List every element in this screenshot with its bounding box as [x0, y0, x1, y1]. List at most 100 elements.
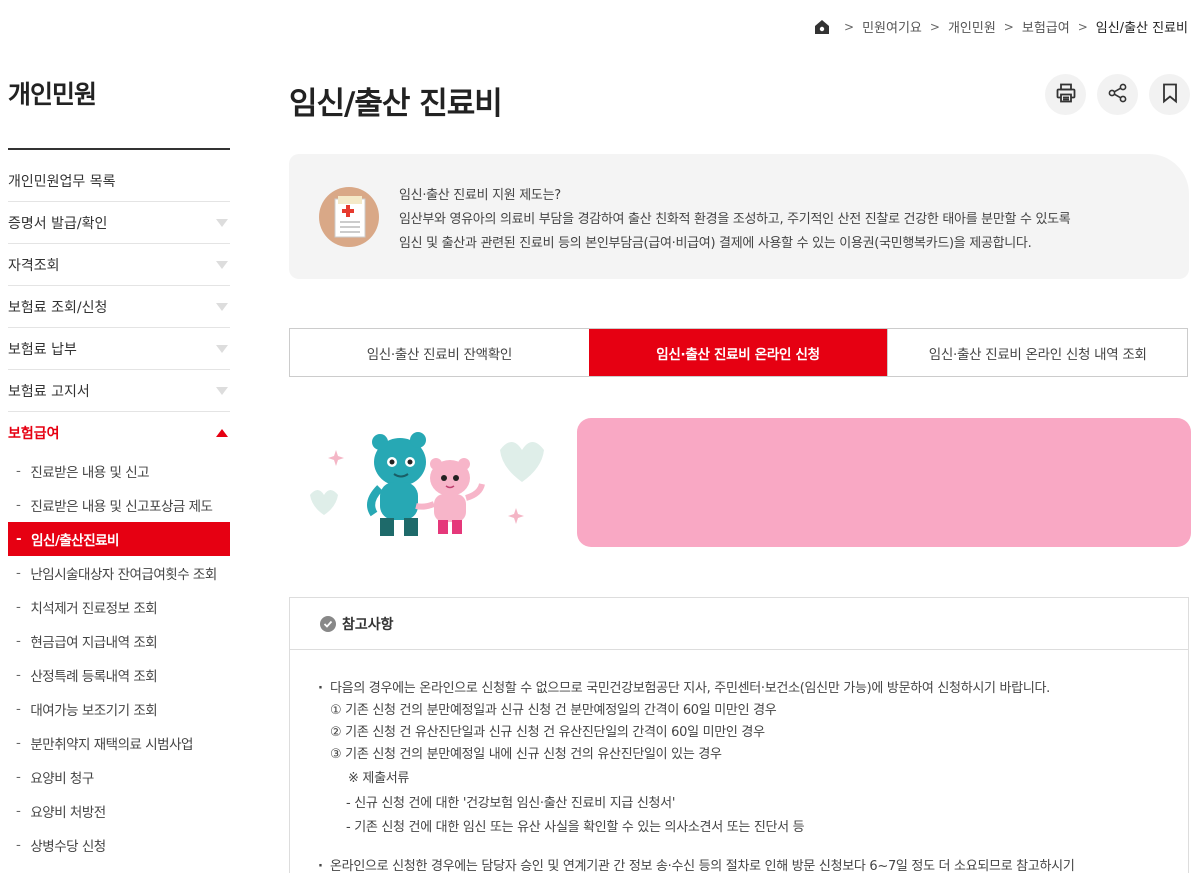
submenu-label: 산정특례 등록내역 조회 [30, 669, 158, 685]
sidebar-item-list[interactable]: 개인민원업무 목록 [8, 160, 230, 202]
page-title: 임신/출산 진료비 [289, 86, 503, 122]
dash-icon: - [16, 497, 21, 513]
chevron-right-icon: > [929, 19, 940, 34]
submenu-label: 치석제거 진료정보 조회 [30, 601, 158, 617]
check-circle-icon [320, 615, 336, 632]
intro-box: 임신·출산 진료비 지원 제도는? 임산부와 영유아의 의료비 부담을 경감하여… [289, 154, 1189, 279]
document-icon [319, 187, 379, 247]
intro-text: 임신·출산 진료비 지원 제도는? 임산부와 영유아의 의료비 부담을 경감하여… [399, 184, 1071, 256]
intro-line: 임신 및 출산과 관련된 진료비 등의 본인부담금(급여·비급여) 결제에 사용… [399, 236, 1032, 251]
notice-header: 참고사항 [290, 598, 1188, 650]
print-icon [1055, 82, 1077, 108]
notice-doc: - 기존 신청 건에 대한 임신 또는 유산 사실을 확인할 수 있는 의사소견… [346, 820, 805, 835]
notice-docs-title: ※ 제출서류 [348, 771, 410, 786]
submenu-item[interactable]: - 산정특례 등록내역 조회 [8, 658, 230, 692]
submenu-label: 현금급여 지급내역 조회 [30, 635, 158, 651]
print-button[interactable] [1045, 74, 1086, 115]
breadcrumb-item[interactable]: 보험급여 [1022, 17, 1070, 36]
notice-item: ② 기존 신청 건 유산진단일과 신규 신청 건 유산진단일의 간격이 60일 … [330, 725, 765, 740]
share-icon [1107, 82, 1129, 108]
notice-body: 다음의 경우에는 온라인으로 신청할 수 없으므로 국민건강보험공단 지사, 주… [290, 650, 1188, 873]
page-toolbar [1045, 74, 1190, 115]
notice-doc: - 신규 신청 건에 대한 '건강보험 임신·출산 진료비 지급 신청서' [346, 796, 676, 811]
sidebar-item-label: 증명서 발급/확인 [8, 215, 108, 232]
home-icon[interactable] [814, 19, 830, 35]
dash-icon: - [16, 735, 21, 751]
caret-down-icon [216, 302, 228, 311]
sidebar-item-certificate[interactable]: 증명서 발급/확인 [8, 202, 230, 244]
sidebar-item-label: 보험료 납부 [8, 341, 77, 358]
submenu-label: 진료받은 내용 및 신고포상금 제도 [30, 499, 213, 515]
sidebar-item-label: 보험급여 [8, 426, 60, 442]
dash-icon: - [16, 633, 21, 649]
submenu-label: 요양비 처방전 [30, 805, 106, 821]
sidebar-item-label: 보험료 고지서 [8, 383, 90, 400]
bookmark-icon [1159, 82, 1181, 108]
caret-up-icon [216, 429, 228, 437]
submenu-label: 대여가능 보조기기 조회 [30, 703, 158, 719]
submenu-item[interactable]: - 진료받은 내용 및 신고포상금 제도 [8, 488, 230, 522]
dash-icon: - [16, 531, 22, 547]
submenu-item[interactable]: - 대여가능 보조기기 조회 [8, 692, 230, 726]
caret-down-icon [216, 386, 228, 395]
breadcrumb-item[interactable]: 민원여기요 [862, 17, 922, 36]
intro-heading: 임신·출산 진료비 지원 제도는? [399, 188, 561, 203]
tab-application-history[interactable]: 임신·출산 진료비 온라인 신청 내역 조회 [887, 329, 1187, 376]
submenu-label: 진료받은 내용 및 신고 [30, 465, 150, 481]
chevron-right-icon: > [1003, 19, 1014, 34]
submenu-item[interactable]: - 요양비 청구 [8, 760, 230, 794]
chevron-right-icon: > [844, 19, 855, 34]
sidebar-menu: 개인민원업무 목록 증명서 발급/확인 자격조회 보험료 조회/신청 보험료 납… [8, 160, 230, 862]
submenu-item[interactable]: - 요양비 처방전 [8, 794, 230, 828]
notice-bullet: 다음의 경우에는 온라인으로 신청할 수 없으므로 국민건강보험공단 지사, 주… [318, 678, 1188, 700]
chevron-right-icon: > [1077, 19, 1088, 34]
caret-down-icon [216, 260, 228, 269]
bookmark-button[interactable] [1149, 74, 1190, 115]
share-button[interactable] [1097, 74, 1138, 115]
submenu-item[interactable]: - 분만취약지 재택의료 시범사업 [8, 726, 230, 760]
breadcrumb-current: 임신/출산 진료비 [1095, 21, 1188, 36]
dash-icon: - [16, 599, 21, 615]
dash-icon: - [16, 803, 21, 819]
sidebar-title: 개인민원 [8, 80, 97, 109]
sidebar-item-premium-payment[interactable]: 보험료 납부 [8, 328, 230, 370]
dash-icon: - [16, 769, 21, 785]
dash-icon: - [16, 837, 21, 853]
dash-icon: - [16, 463, 21, 479]
submenu-label: 상병수당 신청 [30, 839, 106, 855]
submenu-item[interactable]: - 치석제거 진료정보 조회 [8, 590, 230, 624]
notice-item: ① 기존 신청 건의 분만예정일과 신규 신청 건 분만예정일의 간격이 60일… [330, 703, 777, 718]
tab-online-application[interactable]: 임신·출산 진료비 온라인 신청 [588, 329, 888, 376]
submenu-label: 임신/출산진료비 [31, 533, 119, 549]
tab-bar: 임신·출산 진료비 잔액확인 임신·출산 진료비 온라인 신청 임신·출산 진료… [289, 328, 1188, 377]
submenu-item[interactable]: - 현금급여 지급내역 조회 [8, 624, 230, 658]
dash-icon: - [16, 701, 21, 717]
sidebar-item-insurance-benefit[interactable]: 보험급여 [8, 412, 230, 454]
notice-item: ③ 기존 신청 건의 분만예정일 내에 신규 신청 건의 유산진단일이 있는 경… [330, 747, 722, 762]
notice-bullet: 온라인으로 신청한 경우에는 담당자 승인 및 연계기관 간 정보 송·수신 등… [318, 856, 1188, 873]
dash-icon: - [16, 667, 21, 683]
breadcrumb: > 민원여기요 > 개인민원 > 보험급여 > 임신/출산 진료비 [814, 17, 1188, 36]
submenu-item-current[interactable]: - 임신/출산진료비 [8, 522, 230, 556]
sidebar-divider [8, 148, 230, 150]
submenu-label: 난임시술대상자 잔여급여횟수 조회 [30, 567, 217, 583]
caret-down-icon [216, 344, 228, 353]
submenu-label: 요양비 청구 [30, 771, 94, 787]
sidebar-item-label: 자격조회 [8, 257, 60, 274]
sidebar-item-label: 개인민원업무 목록 [8, 173, 116, 190]
dash-icon: - [16, 565, 21, 581]
tab-balance-check[interactable]: 임신·출산 진료비 잔액확인 [290, 329, 589, 376]
intro-line: 임산부와 영유아의 의료비 부담을 경감하여 출산 친화적 환경을 조성하고, … [399, 212, 1071, 227]
promo-banner [577, 418, 1191, 547]
submenu-item[interactable]: - 상병수당 신청 [8, 828, 230, 862]
sidebar-submenu: - 진료받은 내용 및 신고 - 진료받은 내용 및 신고포상금 제도 - 임신/출산… [8, 454, 230, 862]
submenu-item[interactable]: - 난임시술대상자 잔여급여횟수 조회 [8, 556, 230, 590]
breadcrumb-item[interactable]: 개인민원 [948, 17, 996, 36]
notice-box: 참고사항 다음의 경우에는 온라인으로 신청할 수 없으므로 국민건강보험공단 … [289, 597, 1189, 873]
submenu-item[interactable]: - 진료받은 내용 및 신고 [8, 454, 230, 488]
sidebar-item-qualification[interactable]: 자격조회 [8, 244, 230, 286]
sidebar-item-premium-notice[interactable]: 보험료 고지서 [8, 370, 230, 412]
sidebar-item-label: 보험료 조회/신청 [8, 299, 108, 316]
sidebar-item-premium-inquiry[interactable]: 보험료 조회/신청 [8, 286, 230, 328]
caret-down-icon [216, 218, 228, 227]
